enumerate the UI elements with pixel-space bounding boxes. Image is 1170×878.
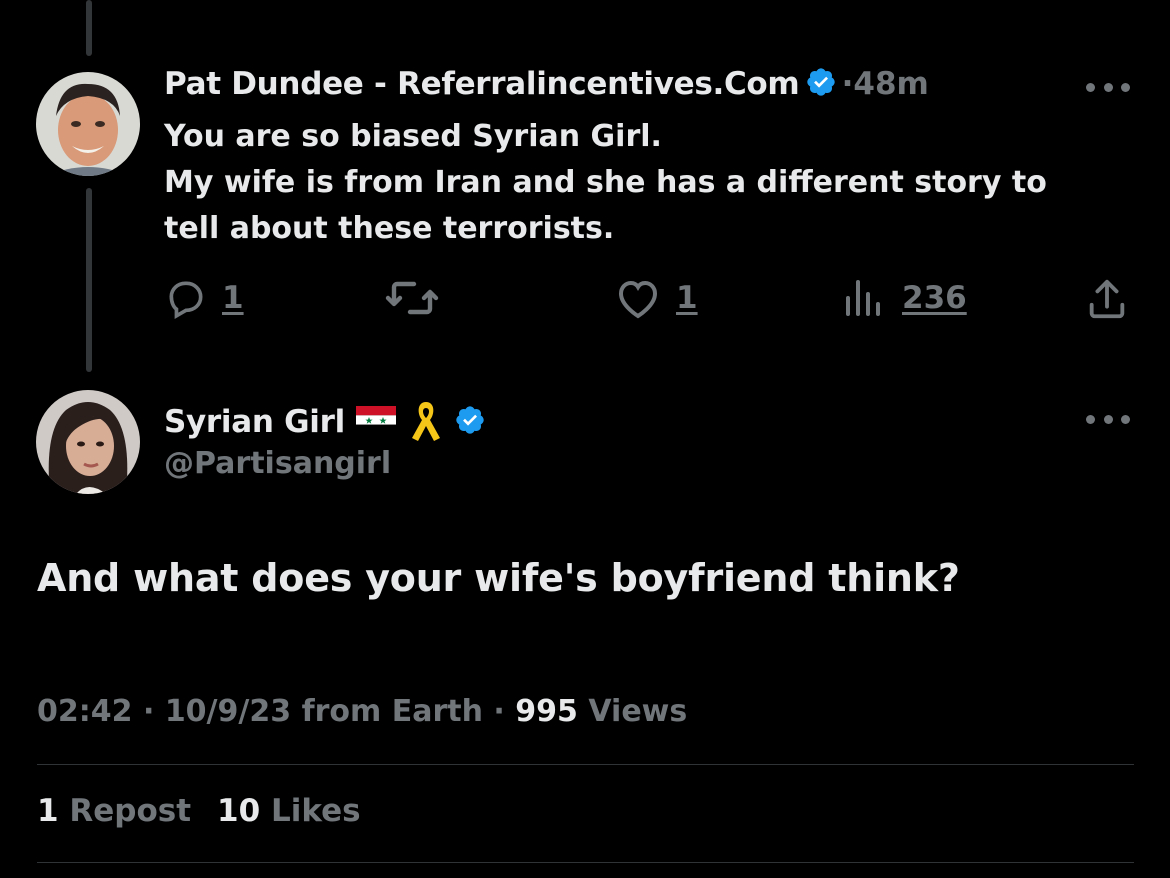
like-icon <box>618 280 658 319</box>
tweet-date[interactable]: 10/9/23 <box>165 694 291 729</box>
likes-stat[interactable]: 10 Likes <box>217 793 361 829</box>
ribbon-icon <box>409 398 443 444</box>
thread-line-top <box>86 0 92 56</box>
like-button[interactable]: 1 <box>614 276 698 320</box>
tweet-meta: 02:42 · 10/9/23 from Earth · 995 Views <box>37 694 687 729</box>
likes-count: 10 <box>217 793 261 829</box>
repost-button[interactable] <box>384 276 454 320</box>
avatar-syrian-girl[interactable] <box>36 390 140 494</box>
reply-header: Pat Dundee - Referralincentives.Com ·48m <box>164 66 929 102</box>
separator-dot: · <box>841 66 854 102</box>
separator-dot: · <box>142 694 155 729</box>
main-display-name[interactable]: Syrian Girl <box>164 404 345 440</box>
reply-text-line: tell about these terrorists. <box>164 211 615 246</box>
views-count[interactable]: 995 <box>515 694 578 729</box>
reply-count: 1 <box>222 280 244 316</box>
divider <box>37 862 1134 863</box>
reposts-count: 1 <box>37 793 59 829</box>
reply-text: You are so biased Syrian Girl. My wife i… <box>164 114 1124 252</box>
main-header: Syrian Girl <box>164 398 486 444</box>
main-handle[interactable]: @Partisangirl <box>164 446 391 481</box>
reposts-label: Repost <box>69 793 192 829</box>
divider <box>37 764 1134 765</box>
likes-label: Likes <box>270 793 361 829</box>
separator-dot: · <box>493 694 505 729</box>
reply-icon <box>169 281 203 319</box>
main-tweet-text: And what does your wife's boyfriend thin… <box>37 556 960 600</box>
views-count: 236 <box>902 280 967 316</box>
reply-text-line: You are so biased Syrian Girl. <box>164 119 662 154</box>
reply-text-line: My wife is from Iran and she has a diffe… <box>164 165 1047 200</box>
views-label[interactable]: Views <box>588 694 687 729</box>
verified-badge-icon[interactable] <box>454 404 486 440</box>
more-icon[interactable] <box>1086 413 1130 425</box>
more-icon[interactable] <box>1086 81 1130 93</box>
share-icon <box>1089 279 1125 319</box>
views-icon <box>846 280 880 316</box>
repost-icon <box>385 281 439 315</box>
views-button[interactable]: 236 <box>844 276 967 320</box>
thread-line-middle <box>86 188 92 372</box>
reply-button[interactable]: 1 <box>164 276 244 320</box>
syria-flag <box>356 406 397 434</box>
tweet-time[interactable]: 02:42 <box>37 694 133 729</box>
avatar-pat-dundee[interactable] <box>36 72 140 176</box>
share-button[interactable] <box>1084 276 1130 322</box>
reposts-stat[interactable]: 1 Repost <box>37 793 191 829</box>
reply-timestamp[interactable]: 48m <box>853 66 928 102</box>
engagement-stats: 1 Repost 10 Likes <box>37 793 361 829</box>
tweet-source: from Earth <box>301 694 483 729</box>
like-count: 1 <box>676 280 698 316</box>
reply-display-name[interactable]: Pat Dundee - Referralincentives.Com <box>164 66 800 102</box>
verified-badge-icon[interactable] <box>805 66 837 102</box>
